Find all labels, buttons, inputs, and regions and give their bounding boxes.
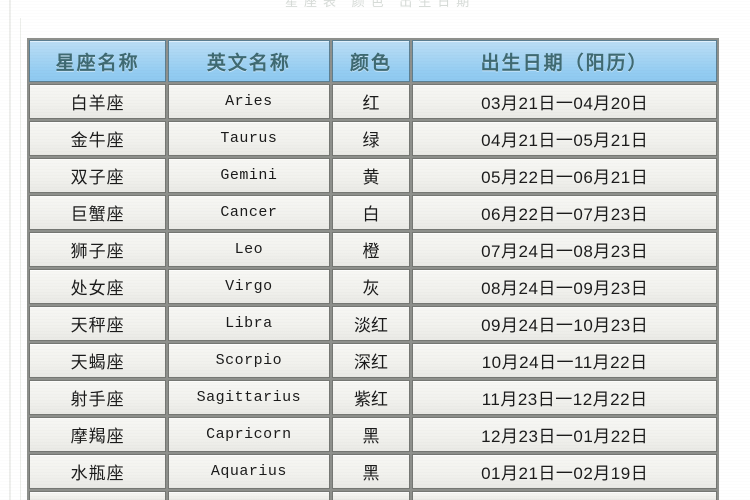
table-row: 白羊座 Aries 红 03月21日一04月20日	[29, 84, 717, 119]
table-row: 天蝎座 Scorpio 深红 10月24日一11月22日	[29, 343, 717, 378]
cell-birth-date: 05月22日一06月21日	[412, 158, 717, 193]
cell-color: 白	[331, 195, 411, 230]
table-row: 巨蟹座 Cancer 白 06月22日一07月23日	[29, 195, 717, 230]
cell-color: 绿	[331, 121, 411, 156]
scan-seam-left-secondary	[20, 18, 21, 500]
cell-birth-date: 09月24日一10月23日	[412, 306, 717, 341]
table-row: 摩羯座 Capricorn 黑 12月23日一01月22日	[29, 417, 717, 452]
cell-english-name: Capricorn	[168, 417, 330, 452]
cell-zodiac-name: 处女座	[29, 269, 167, 304]
cell-zodiac-name: 双子座	[29, 158, 167, 193]
top-cropped-text-remnant: 星座表 颜色 出生日期	[0, 0, 750, 14]
cell-clipped	[412, 491, 717, 500]
cell-zodiac-name: 金牛座	[29, 121, 167, 156]
cell-birth-date: 07月24日一08月23日	[412, 232, 717, 267]
cell-english-name: Aquarius	[168, 454, 330, 489]
table-row: 金牛座 Taurus 绿 04月21日一05月21日	[29, 121, 717, 156]
cell-english-name: Leo	[168, 232, 330, 267]
cell-english-name: Virgo	[168, 269, 330, 304]
table-row: 双子座 Gemini 黄 05月22日一06月21日	[29, 158, 717, 193]
cell-birth-date: 08月24日一09月23日	[412, 269, 717, 304]
cell-zodiac-name: 狮子座	[29, 232, 167, 267]
cell-english-name: Cancer	[168, 195, 330, 230]
table-row: 水瓶座 Aquarius 黑 01月21日一02月19日	[29, 454, 717, 489]
cell-color: 红	[331, 84, 411, 119]
table-row: 天秤座 Libra 淡红 09月24日一10月23日	[29, 306, 717, 341]
table-row: 处女座 Virgo 灰 08月24日一09月23日	[29, 269, 717, 304]
cell-color: 深红	[331, 343, 411, 378]
cell-color: 黑	[331, 417, 411, 452]
cell-color: 橙	[331, 232, 411, 267]
scanned-page: 星座表 颜色 出生日期 星座名称 英文名称 颜色 出生日期（阳历） 白羊座 Ari…	[0, 0, 750, 500]
cell-clipped	[331, 491, 411, 500]
top-ghost-text: 星座表 颜色 出生日期	[285, 0, 476, 9]
cell-clipped	[168, 491, 330, 500]
cell-color: 黄	[331, 158, 411, 193]
zodiac-table: 星座名称 英文名称 颜色 出生日期（阳历） 白羊座 Aries 红 03月21日一04…	[27, 38, 719, 500]
table-row: 狮子座 Leo 橙 07月24日一08月23日	[29, 232, 717, 267]
cell-english-name: Aries	[168, 84, 330, 119]
cell-birth-date: 04月21日一05月21日	[412, 121, 717, 156]
cell-birth-date: 06月22日一07月23日	[412, 195, 717, 230]
table-row-partial	[29, 491, 717, 500]
column-header-english-name: 英文名称	[168, 40, 330, 82]
cell-english-name: Gemini	[168, 158, 330, 193]
cell-zodiac-name: 天秤座	[29, 306, 167, 341]
cell-english-name: Libra	[168, 306, 330, 341]
cell-color: 淡红	[331, 306, 411, 341]
cell-zodiac-name: 摩羯座	[29, 417, 167, 452]
table-header: 星座名称 英文名称 颜色 出生日期（阳历）	[29, 40, 717, 82]
cell-birth-date: 12月23日一01月22日	[412, 417, 717, 452]
cell-english-name: Taurus	[168, 121, 330, 156]
cell-color: 紫红	[331, 380, 411, 415]
table-header-row: 星座名称 英文名称 颜色 出生日期（阳历）	[29, 40, 717, 82]
table-body: 白羊座 Aries 红 03月21日一04月20日 金牛座 Taurus 绿 04月21日一0…	[29, 84, 717, 500]
column-header-color: 颜色	[331, 40, 411, 82]
cell-birth-date: 03月21日一04月20日	[412, 84, 717, 119]
table-row: 射手座 Sagittarius 紫红 11月23日一12月22日	[29, 380, 717, 415]
cell-birth-date: 01月21日一02月19日	[412, 454, 717, 489]
cell-clipped	[29, 491, 167, 500]
scan-seam-left	[9, 0, 11, 500]
cell-english-name: Scorpio	[168, 343, 330, 378]
column-header-birth-date: 出生日期（阳历）	[412, 40, 717, 82]
cell-zodiac-name: 天蝎座	[29, 343, 167, 378]
column-header-zodiac-name: 星座名称	[29, 40, 167, 82]
cell-zodiac-name: 水瓶座	[29, 454, 167, 489]
cell-zodiac-name: 巨蟹座	[29, 195, 167, 230]
cell-color: 灰	[331, 269, 411, 304]
cell-birth-date: 10月24日一11月22日	[412, 343, 717, 378]
cell-zodiac-name: 射手座	[29, 380, 167, 415]
cell-zodiac-name: 白羊座	[29, 84, 167, 119]
cell-english-name: Sagittarius	[168, 380, 330, 415]
cell-birth-date: 11月23日一12月22日	[412, 380, 717, 415]
cell-color: 黑	[331, 454, 411, 489]
